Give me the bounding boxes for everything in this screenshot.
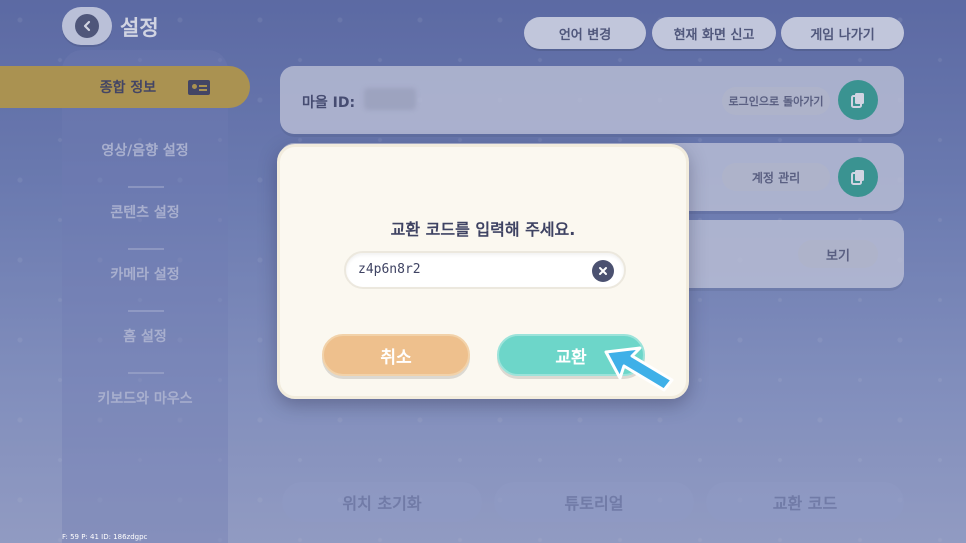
code-input-value: z4p6n8r2 [358, 262, 421, 277]
dialog-message: 교환 코드를 입력해 주세요. [390, 220, 576, 239]
debug-footer: F: 59 P: 41 ID: 186zdgpc [62, 533, 148, 541]
pointer-arrow-icon [604, 346, 674, 392]
code-input[interactable]: z4p6n8r2 [344, 251, 626, 289]
clear-icon[interactable] [592, 260, 614, 282]
cancel-button[interactable]: 취소 [322, 334, 470, 376]
